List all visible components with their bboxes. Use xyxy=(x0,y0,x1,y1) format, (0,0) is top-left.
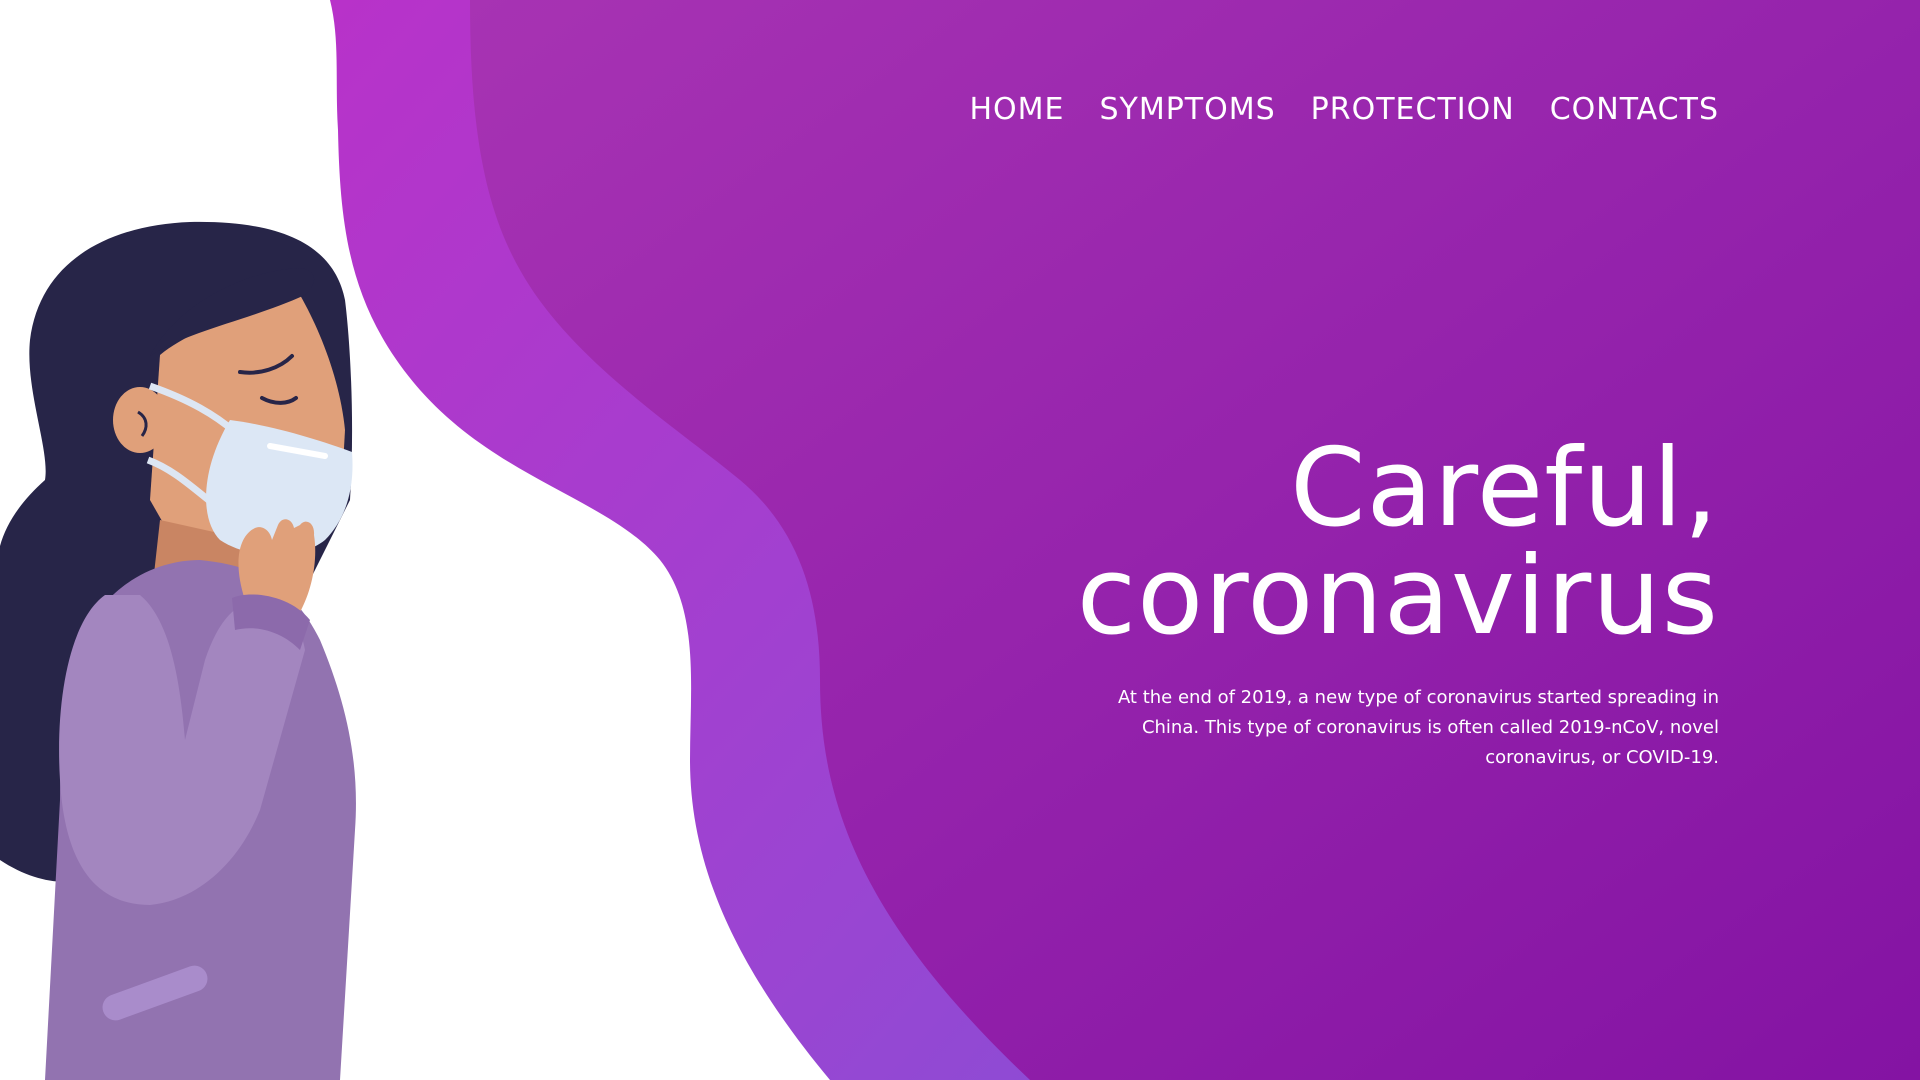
hero-title-line2: coronavirus xyxy=(1076,534,1719,659)
hero-section: Careful, coronavirus At the end of 2019,… xyxy=(959,435,1719,773)
hero-title: Careful, coronavirus xyxy=(959,435,1719,651)
hero-description: At the end of 2019, a new type of corona… xyxy=(1117,687,1719,768)
nav-protection-link[interactable]: PROTECTION xyxy=(1311,92,1515,127)
main-nav: HOME SYMPTOMS PROTECTION CONTACTS xyxy=(969,92,1719,127)
nav-contacts-link[interactable]: CONTACTS xyxy=(1550,92,1719,127)
ear-shape xyxy=(113,387,167,453)
hero-title-line1: Careful, xyxy=(1290,426,1719,551)
nav-home-link[interactable]: HOME xyxy=(969,92,1064,127)
nav-symptoms-link[interactable]: SYMPTOMS xyxy=(1099,92,1275,127)
landing-page: HOME SYMPTOMS PROTECTION CONTACTS Carefu… xyxy=(0,0,1920,1080)
